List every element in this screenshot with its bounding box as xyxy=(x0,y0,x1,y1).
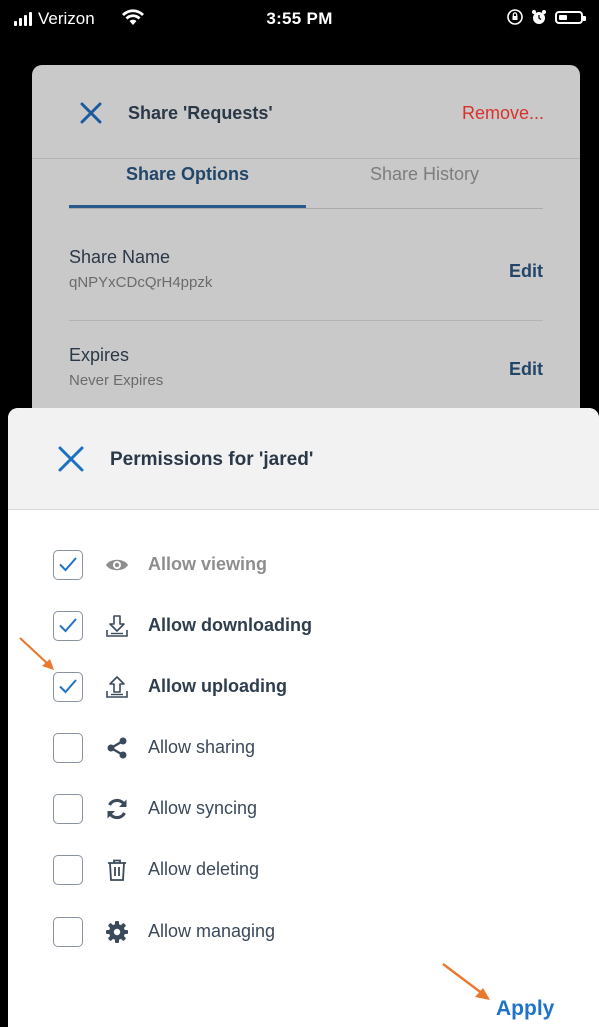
downloading-label: Allow downloading xyxy=(148,615,312,635)
deleting-label: Allow deleting xyxy=(148,859,260,879)
sync-icon xyxy=(107,798,127,820)
expires-label: Expires xyxy=(69,345,130,365)
uploading-label: Allow uploading xyxy=(148,676,287,696)
permission-row-sharing: Allow sharing xyxy=(53,733,573,767)
managing-label: Allow managing xyxy=(148,921,276,941)
syncing-checkbox[interactable] xyxy=(53,794,83,824)
permissions-sheet-title: Permissions for 'jared' xyxy=(110,449,314,470)
deleting-checkbox[interactable] xyxy=(53,855,83,885)
share-dialog-header: Share 'Requests' Remove... xyxy=(32,65,580,159)
apply-button[interactable]: Apply xyxy=(496,997,554,1021)
share-dialog-title: Share 'Requests' xyxy=(128,103,273,123)
annotation-arrow-icon xyxy=(19,637,54,670)
permission-row-uploading: Allow uploading xyxy=(53,672,573,706)
uploading-checkbox[interactable] xyxy=(53,672,83,702)
sharing-label: Allow sharing xyxy=(148,737,256,757)
permission-row-viewing: Allow viewing xyxy=(53,550,573,584)
share-icon xyxy=(107,737,127,759)
permissions-sheet: Permissions for 'jared' Allow viewing Al… xyxy=(8,408,599,1027)
download-icon xyxy=(106,615,128,637)
tab-share-history[interactable]: Share History xyxy=(306,158,543,208)
checkmark-icon xyxy=(59,557,77,572)
upload-icon xyxy=(106,676,128,698)
permission-row-deleting: Allow deleting xyxy=(53,855,573,889)
share-dialog: Share 'Requests' Remove... Share Options… xyxy=(32,65,580,445)
edit-share-name-button[interactable]: Edit xyxy=(509,261,543,282)
permission-row-managing: Allow managing xyxy=(53,917,573,951)
managing-checkbox[interactable] xyxy=(53,917,83,947)
viewing-checkbox[interactable] xyxy=(53,550,83,580)
rotation-lock-icon xyxy=(507,9,523,25)
status-bar: Verizon 3:55 PM xyxy=(0,0,599,40)
expires-row: Expires Never Expires Edit xyxy=(69,345,543,389)
close-icon[interactable] xyxy=(80,102,102,124)
expires-value: Never Expires xyxy=(69,372,164,389)
share-name-label: Share Name xyxy=(69,247,171,267)
syncing-label: Allow syncing xyxy=(148,798,258,818)
checkmark-icon xyxy=(59,618,77,633)
alarm-icon xyxy=(532,10,546,24)
remove-button[interactable]: Remove... xyxy=(462,103,544,124)
share-name-row: Share Name qNPYxCDcQrH4ppzk Edit xyxy=(69,247,543,291)
permission-row-downloading: Allow downloading xyxy=(53,611,573,645)
tab-share-options[interactable]: Share Options xyxy=(69,158,306,208)
annotation-arrow-icon xyxy=(442,963,490,1000)
permissions-sheet-header: Permissions for 'jared' xyxy=(8,408,599,510)
viewing-label: Allow viewing xyxy=(148,554,268,574)
checkmark-icon xyxy=(59,679,77,694)
sharing-checkbox[interactable] xyxy=(53,733,83,763)
edit-expires-button[interactable]: Edit xyxy=(509,359,543,380)
battery-icon xyxy=(555,10,586,24)
share-tabs: Share Options Share History xyxy=(69,158,543,209)
gear-icon xyxy=(106,921,128,943)
share-name-value: qNPYxCDcQrH4ppzk xyxy=(69,274,213,291)
permission-row-syncing: Allow syncing xyxy=(53,794,573,828)
trash-icon xyxy=(108,859,126,881)
row-divider xyxy=(69,320,543,321)
close-icon[interactable] xyxy=(58,446,84,472)
eye-icon xyxy=(106,559,128,571)
